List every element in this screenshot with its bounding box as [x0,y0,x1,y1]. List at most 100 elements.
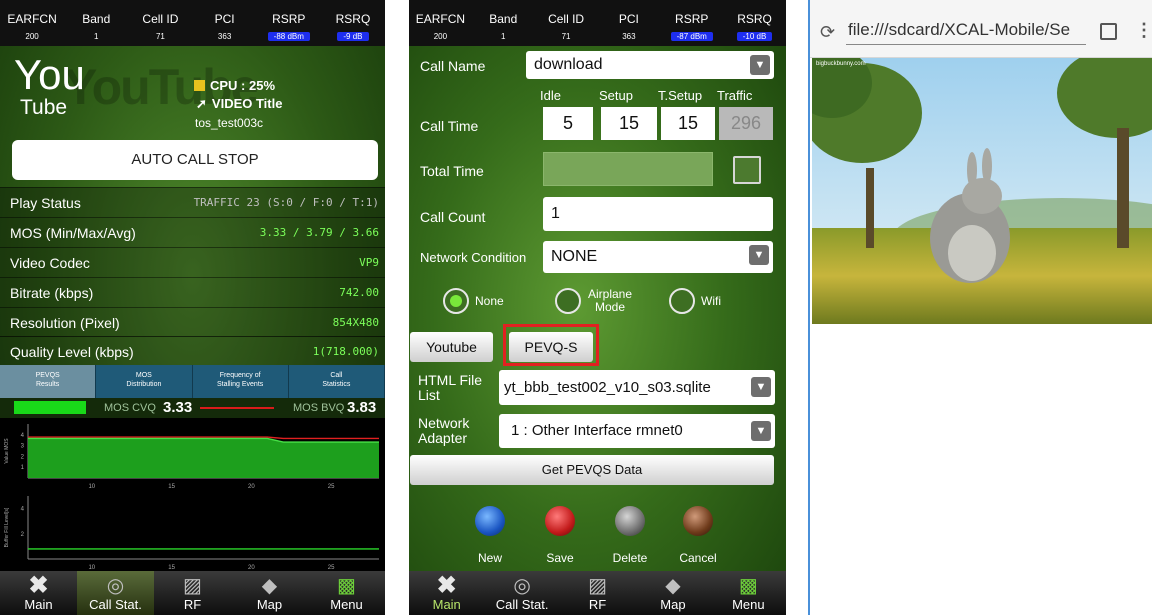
cpu-usage: CPU : 25% [194,78,275,93]
video-frame-image [812,58,1152,324]
tab-call-stat[interactable]: ◎ Call Stat. [484,571,559,615]
call-count-label: Call Count [420,209,486,225]
y-tick-label: 1 [21,465,25,471]
chevron-down-icon: ▼ [750,55,770,75]
map-icon: ◆ [665,575,681,597]
y-axis-label: Value MOS [4,438,10,464]
buffer-chart: 10 15 20 25 2 4 Buffer Fill Level[s] [0,490,385,571]
t-setup-time-input[interactable]: 15 [661,107,715,140]
traffic-time-input: 296 [719,107,773,140]
tab-main[interactable]: ✖ Main [409,571,484,615]
call-count-input[interactable]: 1 [543,197,773,231]
call-stat-screen: EARFCN 200 Band 1 Cell ID 71 PCI 363 RSRP -88… [0,0,385,615]
network-adapter-label: Network Adapter [418,415,470,446]
tab-main[interactable]: ✖ Main [0,571,77,615]
tab-menu[interactable]: ▩ Menu [711,571,786,615]
browser-screen: ⟳ file:///sdcard/XCAL-Mobile/Se ⋮ bigbuc… [808,0,1152,615]
tab-call-statistics[interactable]: Call Statistics [289,365,385,398]
tab-map[interactable]: ◆ Map [635,571,710,615]
network-adapter-select[interactable]: 1 : Other Interface rmnet0 ▼ [499,414,775,448]
mos-line-indicator [200,407,274,409]
status-header: EARFCN 200 Band 1 Cell ID 71 PCI 363 RSRP -88… [0,0,385,46]
waveform-icon: ▨ [183,575,202,597]
reload-icon[interactable]: ⟳ [820,22,835,43]
youtube-logo-you: You [14,51,85,98]
info-row-mos: MOS (Min/Max/Avg) 3.33 / 3.79 / 3.66 [0,217,385,247]
tab-pevqs-results[interactable]: PEVQS Results [0,365,97,398]
highlight-box [503,324,599,366]
radio-wifi[interactable] [669,288,695,314]
info-row-quality-level: Quality Level (kbps) 1(718.000) [0,336,385,366]
x-icon: ✖ [28,572,49,599]
menu-icon: ▩ [337,575,356,597]
bottom-tab-bar: ✖ Main ◎ Call Stat. ▨ RF ◆ Map ▩ Menu [0,571,385,615]
auto-call-stop-button[interactable]: AUTO CALL STOP [12,140,378,180]
y-tick-label: 4 [21,507,25,513]
mos-cvq-value: 3.33 [163,399,193,416]
gauge-icon: ◎ [106,575,125,597]
setup-time-input[interactable]: 15 [601,107,657,140]
pevqs-tabs: PEVQS Results MOS Distribution Frequency o… [0,365,385,398]
cpu-icon [194,80,205,91]
info-row-bitrate: Bitrate (kbps) 742.00 [0,277,385,307]
total-time-checkbox[interactable] [733,156,761,184]
waveform-icon: ▨ [588,575,607,597]
youtube-button[interactable]: Youtube [410,332,493,362]
tab-menu[interactable]: ▩ Menu [308,571,385,615]
call-name-label: Call Name [420,58,486,74]
mos-chart-svg: 10 15 20 251234Value MOS [4,424,379,490]
browser-toolbar: ⟳ file:///sdcard/XCAL-Mobile/Se ⋮ [810,0,1152,58]
y-tick-label: 4 [21,433,25,439]
y-tick-label: 3 [21,444,25,450]
total-time-input [543,152,713,186]
chevron-down-icon: ▼ [751,421,771,441]
cancel-button[interactable] [683,506,713,536]
video-player[interactable]: bigbuckbunny.com [812,58,1152,324]
radio-none[interactable] [443,288,469,314]
mos-cvq-bar [14,401,86,414]
video-title: ➚ VIDEO Title [196,96,283,111]
tab-stalling-events[interactable]: Frequency of Stalling Events [193,365,289,398]
mos-bvq-value: 3.83 [347,399,377,416]
chevron-down-icon: ▼ [749,245,769,265]
bottom-tab-bar: ✖ Main ◎ Call Stat. ▨ RF ◆ Map ▩ Menu [409,571,786,615]
gauge-icon: ◎ [513,575,531,597]
delete-button[interactable] [615,506,645,536]
info-row-play-status: Play Status TRAFFIC 23 (S:0 / F:0 / T:1) [0,187,385,217]
more-menu-icon[interactable]: ⋮ [1135,20,1152,41]
x-icon: ✖ [436,572,457,599]
network-condition-select[interactable]: NONE ▼ [543,241,773,273]
tabs-icon[interactable] [1100,23,1117,40]
tab-call-stat[interactable]: ◎ Call Stat. [77,571,154,615]
html-file-list-label: HTML File List [418,372,483,403]
y-tick-label: 2 [21,454,25,460]
y-axis-label: Buffer Fill Level[s] [4,507,10,547]
menu-icon: ▩ [738,575,758,597]
tab-rf[interactable]: ▨ RF [154,571,231,615]
series-area [28,438,379,478]
idle-time-input[interactable]: 5 [543,107,593,140]
mos-summary: MOS CVQ 3.33 MOS BVQ 3.83 [0,398,385,418]
y-tick-label: 2 [21,532,25,538]
total-time-label: Total Time [420,163,484,179]
new-button[interactable] [475,506,505,536]
network-condition-label: Network Condition [420,250,527,265]
mos-chart: 10 15 20 25 1 2 3 4 Value MOS [0,418,385,490]
buffer-chart-svg: 10 15 20 2524Buffer Fill Level[s] [4,496,379,571]
save-button[interactable] [545,506,575,536]
tab-mos-distribution[interactable]: MOS Distribution [96,365,193,398]
tab-map[interactable]: ◆ Map [231,571,308,615]
call-setup-screen: EARFCN 200 Band 1 Cell ID 71 PCI 363 RSRP -87… [409,0,786,615]
status-header: EARFCN 200 Band 1 Cell ID 71 PCI 363 RSRP -87… [409,0,786,46]
chevron-down-icon: ▼ [751,377,771,397]
video-caption: bigbuckbunny.com [816,61,866,67]
map-icon: ◆ [261,575,278,597]
tab-rf[interactable]: ▨ RF [560,571,635,615]
info-row-video-codec: Video Codec VP9 [0,247,385,277]
url-field[interactable]: file:///sdcard/XCAL-Mobile/Se [848,20,1070,40]
youtube-logo-tube: Tube [20,96,68,119]
get-pevqs-data-button[interactable]: Get PEVQS Data [410,455,774,485]
html-file-select[interactable]: yt_bbb_test002_v10_s03.sqlite ▼ [499,370,775,405]
radio-airplane-mode[interactable] [555,288,581,314]
call-name-select[interactable]: download ▼ [526,51,774,79]
